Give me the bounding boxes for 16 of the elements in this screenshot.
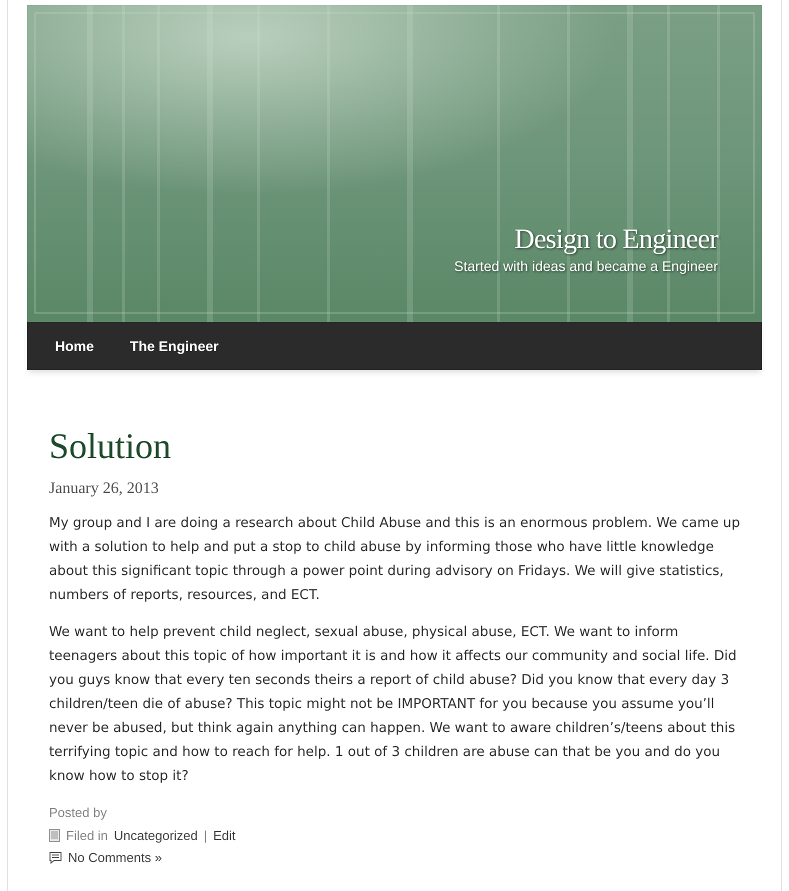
speech-bubble-icon — [49, 851, 62, 864]
edit-link[interactable]: Edit — [213, 826, 236, 845]
post-paragraph: My group and I are doing a research about Child Abuse and this is an enormous problem. We came up with a solution to help and put a stop to child abuse by informing those who have little knowledge about this significant topic through a power point during advisory on Fridays. We will give statistics, numbers of reports, resources, and ECT. — [49, 514, 742, 605]
post-date: January 26, 2013 — [49, 479, 160, 499]
document-icon — [49, 828, 60, 842]
nav-link[interactable]: The Engineer — [122, 332, 227, 360]
separator: | — [204, 826, 208, 845]
nav-link[interactable]: Home — [47, 332, 102, 360]
filed-in-label: Filed in — [66, 826, 108, 844]
post-title[interactable]: Solution — [49, 425, 762, 467]
comments-link[interactable]: No Comments » — [68, 848, 162, 868]
site-title[interactable]: Design to Engineer — [514, 223, 718, 257]
category-link[interactable]: Uncategorized — [114, 826, 198, 845]
posted-by-label: Posted by — [49, 804, 108, 822]
site-tagline: Started with ideas and became a Engineer — [454, 257, 718, 275]
post-paragraph: We want to help prevent child neglect, sexual abuse, physical abuse, ECT. We want to inform teenagers about this topic of how important it is and how it affects our community and social life. Did you guys know that every ten seconds theirs a report of child abuse? Did you know that every day 3 children/teen die of abuse? This topic might not be IMPORTANT for you because you assume you’ll never be abused, but think again anything can happen. We want to aware children’s/teens about this terrifying topic and how to reach for help. 1 out of 3 children are abuse can that be you and do you know how to stop it? — [49, 623, 738, 786]
